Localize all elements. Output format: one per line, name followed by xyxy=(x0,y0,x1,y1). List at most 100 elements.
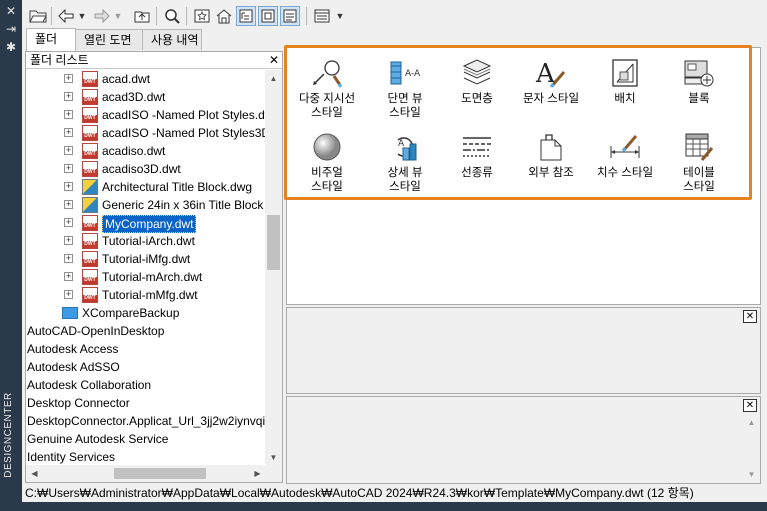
scroll-thumb[interactable] xyxy=(267,215,280,270)
views-dropdown-icon[interactable]: ▼ xyxy=(334,6,346,26)
dwt-file-icon xyxy=(82,233,98,249)
content-item-layers[interactable]: 도면층 xyxy=(439,56,515,106)
home-icon[interactable] xyxy=(214,6,234,26)
tree-item[interactable]: DesktopConnector.Applicat_Url_3jj2w2iynv… xyxy=(26,412,266,430)
tab-history[interactable]: 사용 내역 xyxy=(142,29,202,50)
tree-item-label: acadiso.dwt xyxy=(102,144,166,158)
content-item-xrefs[interactable]: 외부 참조 xyxy=(513,130,589,180)
expand-icon[interactable]: + xyxy=(64,254,73,263)
desc-scroll-down-icon[interactable]: ▼ xyxy=(743,466,760,483)
tree-vertical-scrollbar[interactable]: ▲ ▼ xyxy=(265,70,282,466)
expand-icon[interactable]: + xyxy=(64,218,73,227)
forward-icon[interactable] xyxy=(92,6,112,26)
scroll-up-arrow-icon[interactable]: ▲ xyxy=(265,70,282,87)
folder-icon xyxy=(62,307,78,319)
content-item-visual-styles[interactable]: 비주얼 스타일 xyxy=(289,130,365,194)
tree-item[interactable]: + acad.dwt xyxy=(26,70,266,88)
folder-tree: + acad.dwt + acad3D.dwt + acadISO -Named Plot… xyxy=(26,70,266,466)
tree-item[interactable]: + Tutorial-mMfg.dwt xyxy=(26,286,266,304)
content-item-section-view-style[interactable]: A-A 단면 뷰 스타일 xyxy=(367,56,443,120)
scroll-right-arrow-icon[interactable]: ▶ xyxy=(249,465,266,482)
tree-horizontal-scrollbar[interactable]: ◀ ▶ xyxy=(26,465,266,482)
expand-icon[interactable]: + xyxy=(64,164,73,173)
tree-item-label: Generic 24in x 36in Title Block xyxy=(102,198,264,212)
tree-item-label: Autodesk Access xyxy=(27,342,119,356)
content-item-text-style[interactable]: A 문자 스타일 xyxy=(513,56,589,106)
favorites-icon[interactable] xyxy=(192,6,212,26)
desc-scroll-up-icon[interactable]: ▲ xyxy=(743,414,760,431)
description-scrollbar[interactable]: ▲ ▼ xyxy=(743,414,760,483)
tree-item[interactable]: Autodesk Collaboration xyxy=(26,376,266,394)
tree-item[interactable]: + acadISO -Named Plot Styles.dw xyxy=(26,106,266,124)
expand-icon[interactable]: + xyxy=(64,290,73,299)
content-item-label: 블록 xyxy=(688,93,710,105)
close-preview-icon[interactable]: ✕ xyxy=(743,310,757,323)
tab-open-drawings[interactable]: 열린 도면 xyxy=(75,29,143,50)
preview-pane: ✕ xyxy=(286,307,761,394)
content-item-layouts[interactable]: 배치 xyxy=(587,56,663,106)
description-pane: ✕ ▲ ▼ xyxy=(286,396,761,484)
expand-icon[interactable]: + xyxy=(64,146,73,155)
load-icon[interactable] xyxy=(28,6,48,26)
tree-item[interactable]: AutoCAD-OpenInDesktop xyxy=(26,322,266,340)
tree-item[interactable]: + Generic 24in x 36in Title Block xyxy=(26,196,266,214)
tree-item[interactable]: + Tutorial-iArch.dwt xyxy=(26,232,266,250)
expand-icon[interactable]: + xyxy=(64,92,73,101)
visual-styles-icon xyxy=(310,130,344,164)
expand-icon[interactable]: + xyxy=(64,236,73,245)
blocks-icon xyxy=(682,56,716,90)
content-item-blocks[interactable]: 블록 xyxy=(661,56,737,106)
tree-item[interactable]: Autodesk Access xyxy=(26,340,266,358)
tree-item[interactable]: + Tutorial-mArch.dwt xyxy=(26,268,266,286)
dwt-file-icon xyxy=(82,71,98,87)
forward-dropdown-icon[interactable]: ▼ xyxy=(112,6,124,26)
dwt-file-icon xyxy=(82,161,98,177)
expand-icon[interactable]: + xyxy=(64,110,73,119)
scroll-left-arrow-icon[interactable]: ◀ xyxy=(26,465,43,482)
scroll-down-arrow-icon[interactable]: ▼ xyxy=(265,449,282,466)
tree-item[interactable]: + MyCompany.dwt xyxy=(26,214,266,233)
tree-item-label: Genuine Autodesk Service xyxy=(27,432,169,446)
content-item-table-style[interactable]: 테이블 스타일 xyxy=(661,130,737,194)
back-dropdown-icon[interactable]: ▼ xyxy=(76,6,88,26)
dwt-file-icon xyxy=(82,143,98,159)
close-description-icon[interactable]: ✕ xyxy=(743,399,757,412)
palette-title: DESIGNCENTER xyxy=(3,392,14,478)
tree-item[interactable]: + acadiso.dwt xyxy=(26,142,266,160)
tree-item[interactable]: Genuine Autodesk Service xyxy=(26,430,266,448)
tree-item[interactable]: + Tutorial-iMfg.dwt xyxy=(26,250,266,268)
tree-item[interactable]: + Architectural Title Block.dwg xyxy=(26,178,266,196)
content-item-linetypes[interactable]: 선종류 xyxy=(439,130,515,180)
content-item-label: 문자 스타일 xyxy=(522,93,580,105)
palette-settings-icon[interactable]: ✱ xyxy=(3,40,19,54)
expand-icon[interactable]: + xyxy=(64,74,73,83)
expand-icon[interactable]: + xyxy=(64,182,73,191)
tree-item[interactable]: Identity Services xyxy=(26,448,266,466)
close-palette-icon[interactable]: ✕ xyxy=(3,4,19,18)
pin-palette-icon[interactable]: ⇥ xyxy=(3,22,19,36)
tree-item[interactable]: Autodesk AdSSO xyxy=(26,358,266,376)
up-icon[interactable] xyxy=(132,6,152,26)
content-item-detail-view-style[interactable]: A 상세 뷰 스타일 xyxy=(367,130,443,194)
close-tree-icon[interactable]: ✕ xyxy=(269,52,279,68)
expand-icon[interactable]: + xyxy=(64,200,73,209)
tree-item[interactable]: Desktop Connector xyxy=(26,394,266,412)
content-item-label-line2: 스타일 xyxy=(389,181,421,193)
tab-folders[interactable]: 폴더 xyxy=(26,28,76,51)
tree-item[interactable]: + acadiso3D.dwt xyxy=(26,160,266,178)
expand-icon[interactable]: + xyxy=(64,128,73,137)
description-icon[interactable] xyxy=(280,6,300,26)
search-icon[interactable] xyxy=(162,6,182,26)
tree-view-toggle-icon[interactable] xyxy=(236,6,256,26)
status-bar-path: C:₩Users₩Administrator₩AppData₩Local₩Aut… xyxy=(22,484,767,502)
tree-item[interactable]: + acad3D.dwt xyxy=(26,88,266,106)
tree-item[interactable]: + acadISO -Named Plot Styles3D xyxy=(26,124,266,142)
hscroll-thumb[interactable] xyxy=(114,468,206,479)
preview-icon[interactable] xyxy=(258,6,278,26)
content-item-multileader-style[interactable]: 다중 지시선 스타일 xyxy=(289,56,365,120)
expand-icon[interactable]: + xyxy=(64,272,73,281)
back-icon[interactable] xyxy=(56,6,76,26)
content-item-dimension-style[interactable]: 치수 스타일 xyxy=(587,130,663,180)
views-icon[interactable] xyxy=(312,6,332,26)
tree-item[interactable]: XCompareBackup xyxy=(26,304,266,322)
